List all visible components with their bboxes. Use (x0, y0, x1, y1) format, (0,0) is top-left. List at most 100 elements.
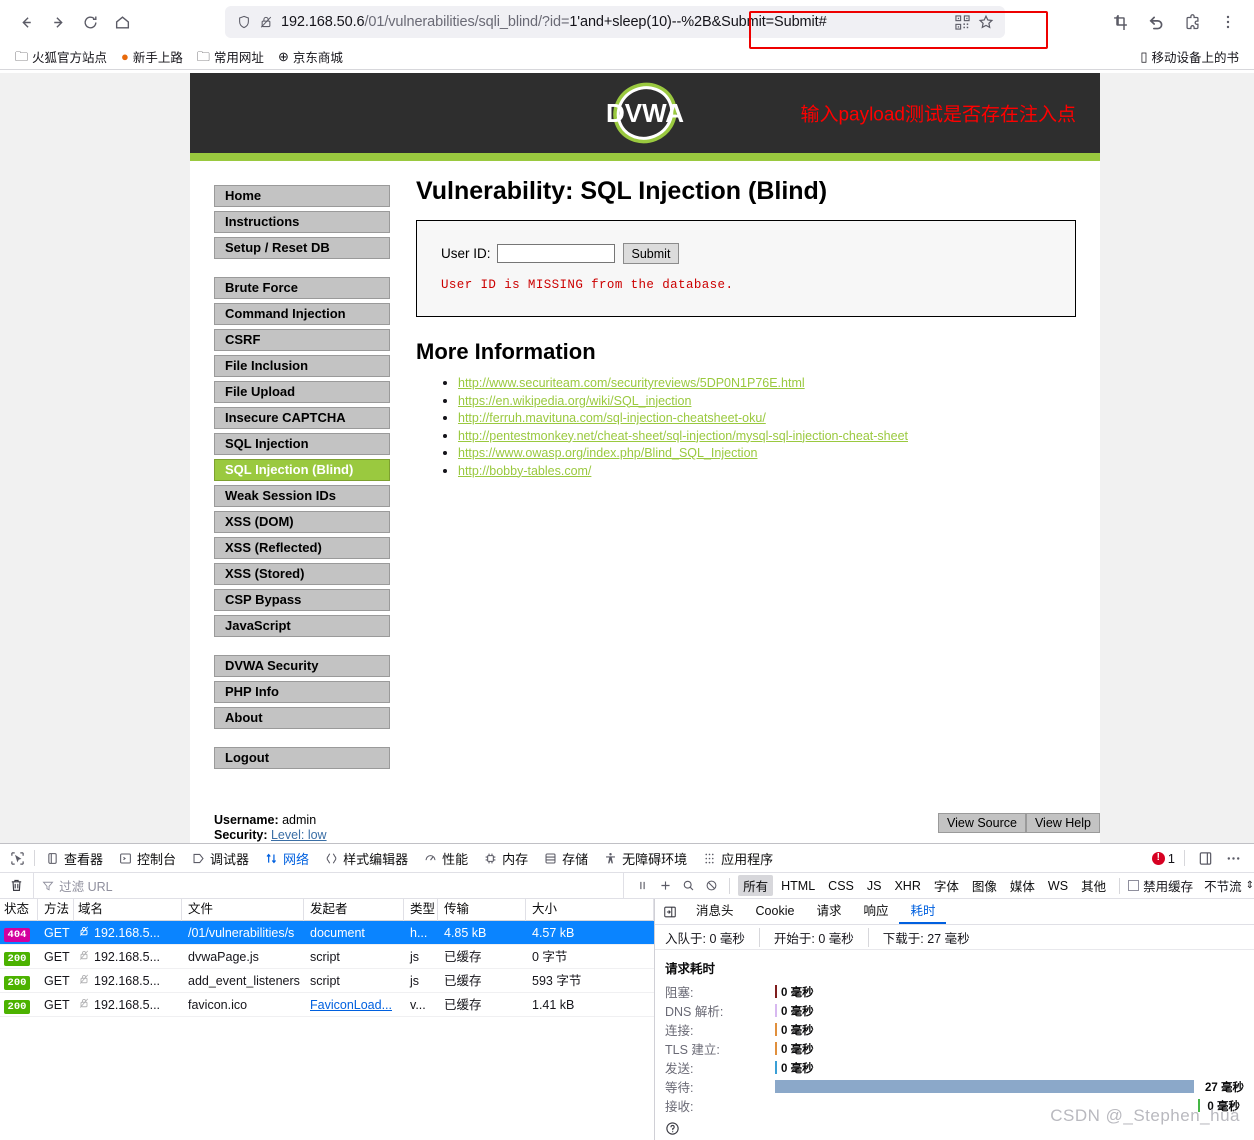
sidebar-item-setup-reset-db[interactable]: Setup / Reset DB (214, 237, 390, 259)
collapse-panel-button[interactable] (655, 905, 685, 919)
sidebar-item-insecure-captcha[interactable]: Insecure CAPTCHA (214, 407, 390, 429)
puzzle-extension-icon[interactable] (1176, 6, 1208, 38)
security-level-value[interactable]: Level: low (271, 828, 327, 842)
app-menu-icon[interactable] (1212, 6, 1244, 38)
detail-tab-headers[interactable]: 消息头 (685, 899, 745, 924)
table-row[interactable]: 200 GET 192.168.5... add_event_listeners… (0, 969, 654, 993)
tab-application[interactable]: 应用程序 (695, 845, 781, 872)
column-header-domain[interactable]: 域名 (74, 899, 182, 921)
filter-html[interactable]: HTML (776, 878, 820, 894)
view-source-button[interactable]: View Source (937, 813, 1026, 833)
column-header-transfer[interactable]: 传输 (438, 899, 526, 921)
bookmark-item[interactable]: 🗀 常用网址 (190, 45, 271, 68)
timing-bar (775, 1023, 777, 1036)
column-header-file[interactable]: 文件 (182, 899, 304, 921)
filter-image[interactable]: 图像 (967, 875, 1002, 896)
reference-link[interactable]: http://bobby-tables.com/ (458, 464, 591, 478)
sidebar-item-sql-injection[interactable]: SQL Injection (214, 433, 390, 455)
reference-link[interactable]: https://www.owasp.org/index.php/Blind_SQ… (458, 446, 757, 460)
filter-css[interactable]: CSS (823, 878, 859, 894)
tab-console[interactable]: 控制台 (111, 845, 184, 872)
column-header-initiator[interactable]: 发起者 (304, 899, 404, 921)
reference-link[interactable]: http://www.securiteam.com/securityreview… (458, 376, 805, 390)
sidebar-item-instructions[interactable]: Instructions (214, 211, 390, 233)
table-row[interactable]: 200 GET 192.168.5... favicon.ico Favicon… (0, 993, 654, 1017)
bookmark-item[interactable]: ● 新手上路 (114, 45, 190, 68)
sidebar-item-dvwa-security[interactable]: DVWA Security (214, 655, 390, 677)
detail-tab-response[interactable]: 响应 (852, 899, 899, 924)
sidebar-item-xss-dom[interactable]: XSS (DOM) (214, 511, 390, 533)
column-header-type[interactable]: 类型 (404, 899, 438, 921)
filter-all[interactable]: 所有 (738, 875, 774, 896)
screenshot-icon[interactable] (1104, 6, 1136, 38)
undo-arrow-icon[interactable] (1140, 6, 1172, 38)
sidebar-item-xss-reflected[interactable]: XSS (Reflected) (214, 537, 390, 559)
back-button[interactable] (10, 6, 42, 38)
sidebar-item-sql-injection-blind[interactable]: SQL Injection (Blind) (214, 459, 390, 481)
filter-url-input[interactable]: 过滤 URL (33, 872, 623, 899)
forward-button[interactable] (42, 6, 74, 38)
filter-media[interactable]: 媒体 (1005, 875, 1040, 896)
address-bar[interactable]: 192.168.50.6/01/vulnerabilities/sqli_bli… (225, 6, 1005, 38)
disable-cache-checkbox[interactable]: 禁用缓存 (1128, 876, 1193, 895)
bookmark-star-icon[interactable] (975, 11, 997, 33)
filter-font[interactable]: 字体 (929, 875, 964, 896)
sidebar-item-file-inclusion[interactable]: File Inclusion (214, 355, 390, 377)
detail-tab-request[interactable]: 请求 (805, 899, 852, 924)
sidebar-item-csrf[interactable]: CSRF (214, 329, 390, 351)
sidebar-item-xss-stored[interactable]: XSS (Stored) (214, 563, 390, 585)
filter-js[interactable]: JS (862, 878, 887, 894)
qr-code-icon[interactable] (951, 11, 973, 33)
reference-link[interactable]: https://en.wikipedia.org/wiki/SQL_inject… (458, 394, 691, 408)
submit-button[interactable]: Submit (622, 243, 680, 264)
filter-other[interactable]: 其他 (1076, 875, 1111, 896)
bookmark-item[interactable]: 🗀 火狐官方站点 (8, 45, 114, 68)
filter-ws[interactable]: WS (1043, 878, 1073, 894)
devtools-menu-icon[interactable] (1222, 847, 1244, 869)
table-row[interactable]: 200 GET 192.168.5... dvwaPage.js script … (0, 945, 654, 969)
sidebar-item-command-injection[interactable]: Command Injection (214, 303, 390, 325)
view-help-button[interactable]: View Help (1025, 813, 1100, 833)
dock-toggle-icon[interactable] (1194, 847, 1216, 869)
sidebar-item-about[interactable]: About (214, 707, 390, 729)
error-count-badge[interactable]: ! 1 (1151, 851, 1175, 866)
tab-memory[interactable]: 内存 (476, 845, 536, 872)
search-icon[interactable] (678, 876, 698, 896)
picker-tool-button[interactable] (6, 845, 31, 872)
column-header-size[interactable]: 大小 (526, 899, 654, 921)
table-row[interactable]: 404 GET 192.168.5... /01/vulnerabilities… (0, 921, 654, 945)
sidebar-item-file-upload[interactable]: File Upload (214, 381, 390, 403)
bookmark-mobile-folder[interactable]: ▯ 移动设备上的书 (1133, 45, 1246, 68)
detail-tab-cookies[interactable]: Cookie (745, 899, 806, 924)
block-requests-icon[interactable] (701, 876, 721, 896)
column-header-method[interactable]: 方法 (38, 899, 74, 921)
column-header-status[interactable]: 状态 (0, 899, 38, 921)
detail-tab-timings[interactable]: 耗时 (899, 899, 947, 924)
initiator-link[interactable]: FaviconLoad... (310, 998, 392, 1012)
tab-storage[interactable]: 存储 (536, 845, 596, 872)
tab-debugger[interactable]: 调试器 (184, 845, 257, 872)
sidebar-item-brute-force[interactable]: Brute Force (214, 277, 390, 299)
reference-link[interactable]: http://ferruh.mavituna.com/sql-injection… (458, 411, 766, 425)
home-button[interactable] (106, 6, 138, 38)
tab-performance[interactable]: 性能 (416, 845, 476, 872)
tab-inspector[interactable]: 查看器 (38, 845, 111, 872)
tab-style-editor[interactable]: 样式编辑器 (317, 845, 416, 872)
tab-network[interactable]: 网络 (257, 845, 317, 872)
add-button[interactable] (655, 876, 675, 896)
pause-button[interactable] (632, 876, 652, 896)
reference-link[interactable]: http://pentestmonkey.net/cheat-sheet/sql… (458, 429, 908, 443)
tab-accessibility[interactable]: 无障碍环境 (596, 845, 695, 872)
bookmark-item[interactable]: ⊕ 京东商城 (271, 45, 350, 68)
sidebar-item-logout[interactable]: Logout (214, 747, 390, 769)
user-id-input[interactable] (496, 244, 615, 263)
sidebar-item-weak-session-ids[interactable]: Weak Session IDs (214, 485, 390, 507)
filter-xhr[interactable]: XHR (889, 878, 925, 894)
sidebar-item-home[interactable]: Home (214, 185, 390, 207)
clear-requests-button[interactable] (0, 878, 33, 893)
reload-button[interactable] (74, 6, 106, 38)
throttle-select[interactable]: 不节流 ⇕ (1204, 876, 1254, 895)
sidebar-item-php-info[interactable]: PHP Info (214, 681, 390, 703)
sidebar-item-javascript[interactable]: JavaScript (214, 615, 390, 637)
sidebar-item-csp-bypass[interactable]: CSP Bypass (214, 589, 390, 611)
